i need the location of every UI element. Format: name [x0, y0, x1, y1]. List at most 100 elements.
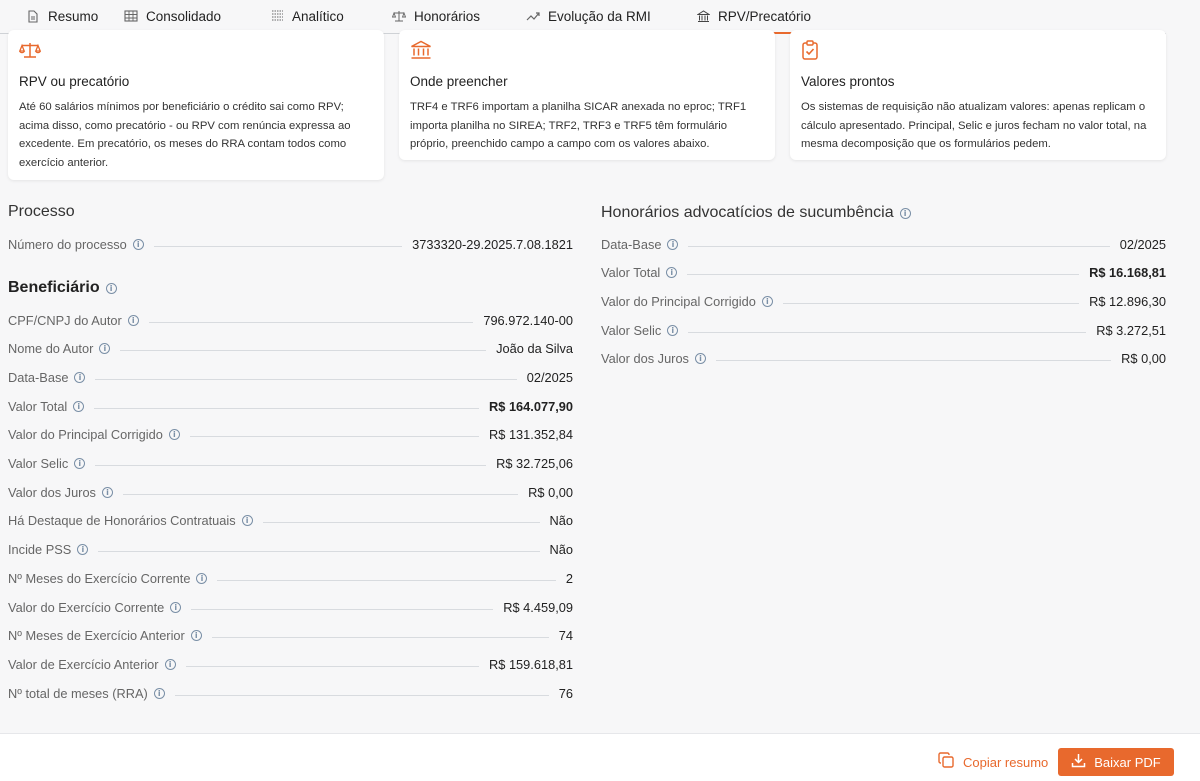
info-icon[interactable]: i — [667, 238, 679, 250]
field-label-text: Valor Total — [8, 398, 68, 414]
field-label: CPF/CNPJ do Autor i — [8, 313, 139, 328]
field-row: Valor Selic i R$ 32.725,06 — [8, 455, 573, 473]
field-label: Há Destaque de Honorários Contratuais i — [8, 513, 253, 528]
leader-line — [95, 378, 517, 380]
field-label: Valor do Principal Corrigido i — [601, 294, 773, 309]
leader-line — [191, 608, 494, 610]
info-icon[interactable]: i — [74, 371, 86, 383]
tab-honorarios[interactable]: Honorários — [380, 0, 514, 33]
field-label: Número do processo i — [8, 237, 144, 252]
info-icon[interactable]: i — [168, 429, 180, 441]
field-label: Data-Base i — [8, 370, 86, 385]
info-icon[interactable]: i — [74, 458, 86, 469]
download-icon — [1071, 753, 1086, 771]
field-row: Incide PSS i Não — [8, 541, 573, 559]
field-value: Não — [549, 513, 573, 529]
tab-bar: Resumo Consolidado Analítico Honorários … — [0, 0, 1166, 34]
field-label: Nº Meses de Exercício Anterior i — [8, 628, 202, 643]
bank-icon — [410, 40, 764, 60]
field-label: Valor Total i — [8, 398, 85, 414]
info-icon[interactable]: i — [170, 601, 182, 613]
leader-line — [688, 245, 1110, 247]
info-icon[interactable]: i — [105, 282, 117, 294]
card-text: Os sistemas de requisição não atualizam … — [801, 101, 1147, 150]
tab-evolucao-rmi[interactable]: Evolução da RMI — [514, 0, 684, 33]
info-icon[interactable]: i — [77, 544, 89, 556]
info-icon[interactable]: i — [132, 238, 144, 250]
field-label-text: Valor de Exercício Anterior — [8, 656, 159, 672]
leader-line — [211, 637, 549, 639]
info-icon[interactable]: i — [666, 267, 678, 279]
tab-label: Analítico — [292, 8, 344, 24]
field-label-text: Número do processo — [8, 236, 127, 252]
field-value: R$ 32.725,06 — [496, 456, 573, 471]
scale-icon — [392, 9, 406, 23]
field-value: 796.972.140-00 — [483, 312, 573, 328]
section-title-honorarios: Honorários advocatícios de sucumbência i — [601, 204, 911, 222]
field-label-text: Há Destaque de Honorários Contratuais — [8, 513, 236, 529]
copy-summary-button[interactable]: Copiar resumo — [938, 750, 1048, 774]
info-icon[interactable]: i — [899, 207, 911, 219]
info-icon[interactable]: i — [127, 314, 139, 326]
field-label-text: Valor dos Juros — [601, 351, 689, 367]
info-icon[interactable]: i — [101, 486, 113, 498]
field-label: Valor do Principal Corrigido i — [8, 427, 180, 442]
field-value: R$ 159.618,81 — [489, 656, 573, 672]
leader-line — [174, 694, 549, 696]
leader-line — [148, 321, 474, 323]
field-label: Data-Base i — [601, 237, 679, 252]
field-label-text: Nº total de meses (RRA) — [8, 685, 148, 701]
field-value: 2 — [565, 570, 573, 586]
field-row: Valor dos Juros i R$ 0,00 — [601, 350, 1166, 368]
leader-line — [189, 436, 480, 438]
info-icon[interactable]: i — [73, 400, 85, 412]
field-row: Nº Meses do Exercício Corrente i 2 — [8, 569, 573, 587]
field-label: Valor do Exercício Corrente i — [8, 600, 182, 615]
info-icon[interactable]: i — [761, 295, 773, 307]
field-label: Nome do Autor i — [8, 341, 111, 357]
leader-line — [95, 465, 487, 466]
leader-line — [688, 331, 1087, 333]
leader-line — [262, 522, 540, 524]
field-value: 02/2025 — [1119, 236, 1166, 252]
leader-line — [217, 579, 556, 581]
tab-analitico[interactable]: Analítico — [258, 0, 380, 33]
field-value: 3733320-29.2025.7.08.1821 — [412, 236, 573, 252]
table-icon — [124, 9, 138, 23]
field-label: Valor Selic i — [601, 322, 679, 338]
tab-consolidado[interactable]: Consolidado — [112, 0, 258, 33]
info-icon[interactable]: i — [99, 343, 111, 355]
field-value: R$ 0,00 — [528, 484, 573, 500]
field-value: João da Silva — [496, 341, 573, 357]
tab-resumo[interactable]: Resumo — [14, 0, 112, 33]
field-value: 76 — [558, 685, 573, 701]
field-label-text: Valor Selic — [601, 322, 662, 338]
info-icon[interactable]: i — [694, 353, 706, 365]
field-value: R$ 131.352,84 — [489, 427, 573, 443]
field-value: R$ 4.459,09 — [503, 599, 573, 615]
field-label-text: Valor dos Juros — [8, 484, 96, 500]
tab-label: RPV/Precatório — [718, 8, 812, 24]
field-label-text: Nome do Autor — [8, 341, 94, 357]
download-pdf-button[interactable]: Baixar PDF — [1058, 748, 1174, 776]
field-label: Valor Total i — [601, 265, 678, 280]
info-icon[interactable]: i — [667, 324, 679, 336]
field-row: Nome do Autor i João da Silva — [8, 340, 573, 358]
card-title: Valores prontos — [801, 74, 895, 89]
field-label: Valor Selic i — [8, 456, 86, 471]
card-title: Onde preencher — [410, 74, 508, 89]
leader-line — [122, 493, 519, 495]
field-value: R$ 12.896,30 — [1089, 293, 1166, 309]
tab-rpv-precatorio[interactable]: RPV/Precatório — [684, 0, 830, 34]
field-label-text: CPF/CNPJ do Autor — [8, 312, 122, 328]
info-icon[interactable]: i — [164, 658, 176, 670]
info-icon[interactable]: i — [190, 630, 202, 642]
tab-label: Evolução da RMI — [548, 8, 651, 24]
copy-icon — [938, 752, 955, 772]
info-icon[interactable]: i — [196, 572, 208, 584]
field-value: 02/2025 — [526, 369, 573, 385]
info-icon[interactable]: i — [153, 687, 165, 699]
info-icon[interactable]: i — [241, 515, 253, 527]
card-text: TRF4 e TRF6 importam a planilha SICAR an… — [410, 101, 747, 150]
field-label: Nº Meses do Exercício Corrente i — [8, 571, 208, 586]
